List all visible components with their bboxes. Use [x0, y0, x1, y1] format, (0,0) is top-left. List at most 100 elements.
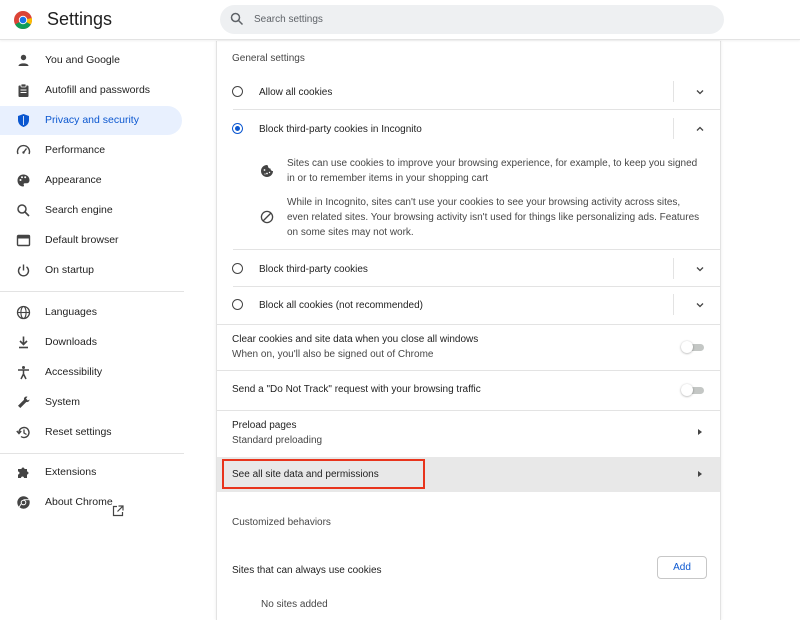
- option-label: Block third-party cookies in Incognito: [259, 124, 422, 135]
- sidebar-item-label: On startup: [45, 264, 95, 276]
- sidebar-item-downloads[interactable]: Downloads: [0, 328, 182, 357]
- preload-pages-row[interactable]: Preload pages Standard preloading: [217, 411, 720, 455]
- arrow-right-icon: [698, 429, 702, 435]
- info-line: on some sites may not work.: [287, 227, 414, 238]
- search-icon: [17, 204, 30, 217]
- clear-on-close-row[interactable]: Clear cookies and site data when you clo…: [217, 325, 720, 367]
- sidebar-item-search-engine[interactable]: Search engine: [0, 196, 182, 225]
- sidebar-divider: [0, 453, 184, 454]
- chevron-down-icon[interactable]: [695, 87, 705, 97]
- separator: [673, 118, 674, 139]
- wrench-icon: [18, 396, 30, 408]
- sidebar-item-label: About Chrome: [45, 496, 113, 508]
- do-not-track-toggle[interactable]: [681, 384, 705, 396]
- palette-icon: [17, 174, 30, 187]
- setting-subtitle: Standard preloading: [232, 435, 323, 446]
- power-icon: [17, 264, 30, 277]
- sidebar-item-label: Reset settings: [45, 426, 112, 438]
- cookie-option-allow-all[interactable]: Allow all cookies: [217, 77, 720, 107]
- search-input[interactable]: [254, 5, 714, 34]
- row-divider: [233, 109, 720, 110]
- clipboard-icon: [18, 83, 29, 97]
- speedometer-icon: [16, 144, 31, 155]
- row-divider: [233, 286, 720, 287]
- section-heading: Customized behaviors: [232, 517, 331, 528]
- sidebar-item-label: Default browser: [45, 234, 119, 246]
- info-line: Sites can use cookies to improve your br…: [287, 158, 698, 169]
- always-allow-label: Sites that can always use cookies: [232, 565, 382, 576]
- page-title: Settings: [47, 9, 113, 29]
- do-not-track-row[interactable]: Send a "Do Not Track" request with your …: [217, 371, 720, 407]
- download-icon: [19, 336, 28, 349]
- incognito-info-text: While in Incognito, sites can't use your…: [287, 195, 699, 240]
- sidebar-item-autofill[interactable]: Autofill and passwords: [0, 76, 182, 105]
- cookie-option-block-incognito[interactable]: Block third-party cookies in Incognito: [217, 114, 720, 144]
- chevron-down-icon[interactable]: [695, 264, 705, 274]
- empty-list-text: No sites added: [261, 599, 328, 610]
- sidebar-item-label: Search engine: [45, 204, 113, 216]
- option-label: Block all cookies (not recommended): [259, 300, 423, 311]
- separator: [673, 81, 674, 102]
- sidebar-item-languages[interactable]: Languages: [0, 298, 182, 327]
- browser-icon: [16, 234, 31, 247]
- toggle-thumb: [681, 341, 693, 353]
- highlight-box: [222, 459, 425, 489]
- sidebar-item-extensions[interactable]: Extensions: [0, 458, 182, 487]
- shield-icon: [18, 114, 29, 127]
- radio-button[interactable]: [232, 86, 243, 97]
- cookie-option-block-all[interactable]: Block all cookies (not recommended): [217, 290, 720, 320]
- cookie-icon: [261, 165, 273, 177]
- info-line: While in Incognito, sites can't use your…: [287, 197, 681, 208]
- sidebar-item-you-and-google[interactable]: You and Google: [0, 46, 182, 75]
- sidebar-item-reset[interactable]: Reset settings: [0, 418, 182, 447]
- chrome-logo-icon: [14, 11, 32, 29]
- sidebar-item-privacy[interactable]: Privacy and security: [0, 106, 182, 135]
- sidebar-item-system[interactable]: System: [0, 388, 182, 417]
- radio-button[interactable]: [232, 299, 243, 310]
- block-icon: [260, 210, 274, 224]
- radio-button[interactable]: [232, 123, 243, 134]
- add-site-button[interactable]: Add: [657, 556, 707, 579]
- chevron-up-icon[interactable]: [695, 124, 705, 134]
- person-icon: [18, 54, 29, 66]
- setting-title: Clear cookies and site data when you clo…: [232, 334, 479, 345]
- sidebar-item-label: Accessibility: [45, 366, 103, 378]
- toggle-thumb: [681, 384, 693, 396]
- arrow-right-icon: [698, 471, 702, 477]
- section-heading: General settings: [232, 53, 305, 64]
- setting-title: Preload pages: [232, 420, 297, 431]
- sidebar-item-label: Downloads: [45, 336, 97, 348]
- sidebar-item-about-chrome[interactable]: About Chrome: [0, 488, 182, 517]
- sidebar-item-label: Extensions: [45, 466, 97, 478]
- sidebar-item-default-browser[interactable]: Default browser: [0, 226, 182, 255]
- sidebar-item-label: Languages: [45, 306, 97, 318]
- puzzle-icon: [18, 467, 29, 478]
- search-icon: [230, 12, 244, 26]
- sidebar-item-accessibility[interactable]: Accessibility: [0, 358, 182, 387]
- sidebar-item-appearance[interactable]: Appearance: [0, 166, 182, 195]
- sidebar-item-on-startup[interactable]: On startup: [0, 256, 182, 285]
- search-box[interactable]: [220, 5, 724, 34]
- sidebar-item-performance[interactable]: Performance: [0, 136, 182, 165]
- clear-on-close-toggle[interactable]: [681, 341, 705, 353]
- setting-subtitle: When on, you'll also be signed out of Ch…: [232, 349, 434, 360]
- top-bar: Settings: [0, 0, 800, 40]
- cookie-option-block-third-party[interactable]: Block third-party cookies: [217, 254, 720, 284]
- privacy-card: General settings Allow all cookies Block…: [216, 41, 721, 620]
- sidebar-item-label: System: [45, 396, 81, 408]
- sidebar-item-label: Performance: [45, 144, 106, 156]
- sidebar-item-label: Autofill and passwords: [45, 84, 151, 96]
- globe-icon: [16, 305, 31, 320]
- separator: [673, 258, 674, 279]
- sidebar-divider: [0, 291, 184, 292]
- radio-button[interactable]: [232, 263, 243, 274]
- restore-icon: [16, 426, 30, 439]
- info-line: in or to remember items in your shopping…: [287, 173, 489, 184]
- sidebar-item-label: Appearance: [45, 174, 102, 186]
- row-divider: [233, 249, 720, 250]
- cookie-info-text: Sites can use cookies to improve your br…: [287, 156, 697, 186]
- separator: [673, 294, 674, 315]
- sidebar-item-label: Privacy and security: [45, 114, 139, 126]
- chevron-down-icon[interactable]: [695, 300, 705, 310]
- sidebar-item-label: You and Google: [45, 54, 120, 66]
